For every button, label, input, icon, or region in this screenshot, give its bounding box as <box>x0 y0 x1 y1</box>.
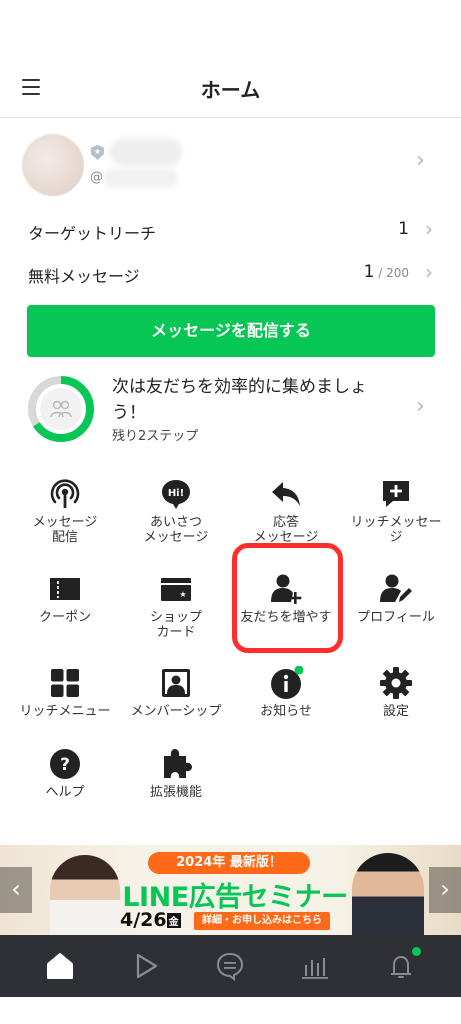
video-play-icon[interactable] <box>128 949 164 983</box>
analytics-icon[interactable] <box>297 949 333 983</box>
info-icon <box>271 666 303 699</box>
chevron-right-icon: › <box>425 217 433 241</box>
account-id-redacted <box>104 168 178 188</box>
reply-icon <box>272 482 300 506</box>
banner-date: 4/26 金 <box>120 909 181 931</box>
progress-subtitle: 残り2ステップ <box>112 429 199 444</box>
menu-settings[interactable]: 設定 <box>338 666 454 719</box>
target-reach-row[interactable]: ターゲットリーチ 1 › <box>0 211 461 251</box>
svg-text:★: ★ <box>179 590 186 599</box>
menu-help[interactable]: ? ヘルプ <box>7 747 123 800</box>
menu-rich-menu[interactable]: リッチメニュー <box>7 666 123 719</box>
menu-message-broadcast[interactable]: メッセージ 配信 <box>7 477 123 545</box>
chevron-right-icon: › <box>416 148 425 173</box>
svg-text:Hi!: Hi! <box>168 488 184 499</box>
chevron-right-icon: › <box>416 394 425 419</box>
gear-icon <box>380 667 412 699</box>
menu-extensions[interactable]: 拡張機能 <box>118 747 234 800</box>
avatar <box>22 134 84 196</box>
carousel-prev-icon[interactable]: ‹ <box>0 867 32 913</box>
bottom-navigation <box>0 935 461 997</box>
free-message-limit: / 200 <box>374 266 409 280</box>
membership-icon <box>162 669 190 697</box>
free-message-label: 無料メッセージ <box>28 267 140 286</box>
profile-edit-icon <box>380 574 412 602</box>
free-message-row[interactable]: 無料メッセージ 1 / 200 › <box>0 254 461 294</box>
page-title: ホーム <box>200 78 261 102</box>
add-friend-icon <box>271 574 302 604</box>
menu-greeting-message[interactable]: Hi! あいさつ メッセージ <box>118 477 234 545</box>
target-reach-value: 1 <box>398 219 409 239</box>
menu-rich-message[interactable]: リッチメッセー ジ <box>338 477 454 545</box>
menu-profile[interactable]: プロフィール <box>338 572 454 625</box>
chat-icon[interactable] <box>212 949 248 983</box>
banner-presenter-right <box>352 853 424 935</box>
rich-message-icon <box>383 481 409 507</box>
shop-card-icon: ★ <box>161 578 191 601</box>
menu-membership[interactable]: メンバーシップ <box>118 666 234 719</box>
notification-badge <box>412 947 421 956</box>
banner-edition-pill: 2024年 最新版！ <box>148 852 310 874</box>
menu-add-friends[interactable]: 友だちを増やす <box>228 572 344 625</box>
chevron-right-icon: › <box>425 260 433 284</box>
menu-shop-card[interactable]: ★ ショップ カード <box>118 572 234 640</box>
banner-presenter-left <box>50 855 120 935</box>
account-name-redacted <box>110 138 182 166</box>
banner-detail-link[interactable]: 詳細・お申し込みはこちら <box>194 912 330 930</box>
send-message-button[interactable]: メッセージを配信する <box>27 305 435 357</box>
app-header: ホーム <box>0 60 461 118</box>
target-reach-label: ターゲットリーチ <box>28 224 157 243</box>
svg-text:?: ? <box>60 755 70 775</box>
free-message-count: 1 <box>363 262 375 282</box>
hi-bubble-icon: Hi! <box>162 480 190 509</box>
puzzle-icon <box>164 749 192 778</box>
home-icon[interactable] <box>42 949 78 983</box>
carousel-next-icon[interactable]: › <box>429 867 461 913</box>
progress-title: 次は友だちを効率的に集めましょう！ <box>112 377 367 423</box>
seminar-banner[interactable]: 2024年 最新版！ LINE広告セミナー 4/26 金 詳細・お申し込みはこちら… <box>0 845 461 935</box>
menu-auto-reply[interactable]: 応答 メッセージ <box>228 477 344 545</box>
onboarding-progress[interactable]: 次は友だちを効率的に集めましょう！ 残り2ステップ › <box>0 370 461 450</box>
friends-icon <box>50 400 72 418</box>
coupon-icon <box>50 578 80 600</box>
menu-notices[interactable]: お知らせ <box>228 666 344 719</box>
account-id-prefix: @ <box>90 170 103 185</box>
menu-coupon[interactable]: クーポン <box>7 572 123 625</box>
rich-menu-icon <box>51 669 79 697</box>
broadcast-icon <box>50 479 80 508</box>
help-icon: ? <box>50 749 80 779</box>
account-summary[interactable]: ★ @ › <box>0 128 461 200</box>
home-screen: ホーム ★ @ › ターゲットリーチ 1 › 無料メッセージ 1 / 200 ›… <box>0 0 461 1024</box>
